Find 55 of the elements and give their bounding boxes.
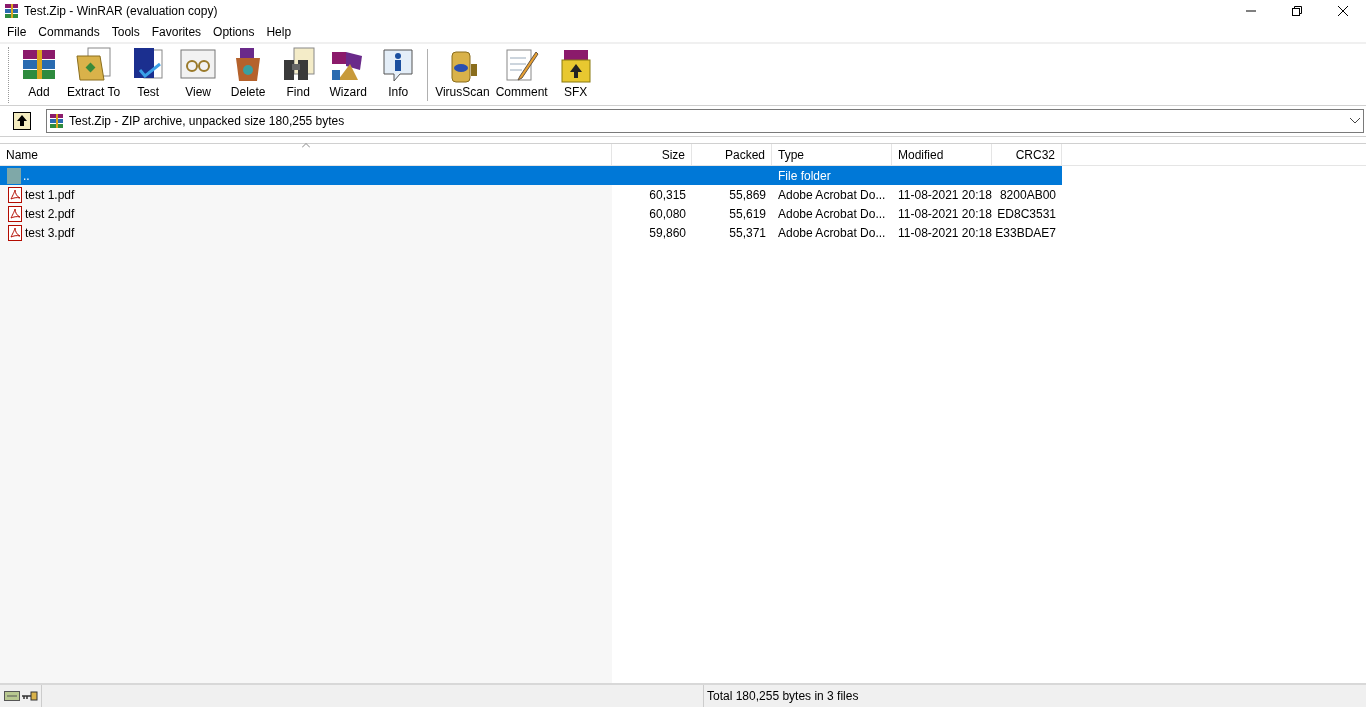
menu-item[interactable]: Commands <box>32 23 106 41</box>
menu-item[interactable]: Options <box>207 23 261 41</box>
file-row[interactable]: .. File folder <box>0 166 1062 185</box>
pdf-file-icon <box>7 205 23 222</box>
pdf-file-icon <box>7 186 23 203</box>
table-cell-text: 59,860 <box>649 224 686 242</box>
dropdown-caret-icon <box>1349 117 1361 125</box>
address-field[interactable]: Test.Zip - ZIP archive, unpacked size 180,255 bytes <box>46 109 1364 133</box>
table-cell-text: 55,869 <box>729 186 766 204</box>
app-icon <box>4 3 20 19</box>
column-header[interactable]: Name <box>0 144 612 165</box>
table-cell-text: 55,619 <box>729 205 766 223</box>
toolbar-button[interactable]: Delete <box>223 45 274 104</box>
table-cell-text: Adobe Acrobat Do... <box>778 186 886 204</box>
key-icon <box>22 691 38 701</box>
toolbar-button[interactable]: Info <box>373 45 424 104</box>
table-cell-text: 8200AB00 <box>999 186 1056 204</box>
table-cell-text: 11-08-2021 20:18 <box>898 205 992 223</box>
archive-icon <box>49 113 65 129</box>
toolbar-button[interactable]: Add <box>14 45 64 104</box>
table-cell-text: test 3.pdf <box>25 224 75 242</box>
menu-item[interactable]: Favorites <box>145 23 208 41</box>
menu-item[interactable]: Help <box>260 23 298 41</box>
table-cell-text: 11-08-2021 20:18 <box>898 224 992 242</box>
toolbar-button[interactable]: SFX <box>550 45 601 104</box>
table-cell-text: ED8C3531 <box>997 205 1056 223</box>
drive-icon <box>4 691 20 701</box>
table-cell-text: File folder <box>778 167 831 185</box>
file-row[interactable]: test 3.pdf 59,860 55,371 Adobe Acrobat Do... 11-08-2021 20:18 E33BDAE7 <box>0 223 1062 242</box>
toolbar-button[interactable]: Find <box>273 45 324 104</box>
toolbar-button[interactable]: Test <box>123 45 174 104</box>
table-cell-text: 55,371 <box>729 224 766 242</box>
toolbar-button[interactable]: Extract To <box>64 45 124 104</box>
menu-item[interactable]: Tools <box>105 23 146 41</box>
table-cell-text: 11-08-2021 20:18 <box>898 186 992 204</box>
restore-icon <box>1292 6 1302 16</box>
table-cell-text: .. <box>23 167 30 185</box>
pdf-file-icon <box>7 224 23 241</box>
table-cell-text: 60,315 <box>649 186 686 204</box>
toolbar-button[interactable]: View <box>173 45 224 104</box>
toolbar-button[interactable]: VirusScan <box>432 45 493 104</box>
table-cell-text: test 2.pdf <box>25 205 75 223</box>
table-cell-text: Adobe Acrobat Do... <box>778 205 886 223</box>
window-title: Test.Zip - WinRAR (evaluation copy) <box>24 3 218 20</box>
table-cell-text: Adobe Acrobat Do... <box>778 224 886 242</box>
close-icon <box>1338 6 1348 16</box>
status-text: Total 180,255 bytes in 3 files <box>706 688 859 705</box>
table-cell-text: 60,080 <box>649 205 686 223</box>
toolbar-button[interactable]: Comment <box>492 45 551 104</box>
menu-item[interactable]: File <box>1 23 33 41</box>
toolbar-button[interactable]: Wizard <box>323 45 374 104</box>
file-row[interactable]: test 1.pdf 60,315 55,869 Adobe Acrobat Do... 11-08-2021 20:18 8200AB00 <box>0 185 1062 204</box>
table-cell-text: test 1.pdf <box>25 186 75 204</box>
file-row[interactable]: test 2.pdf 60,080 55,619 Adobe Acrobat Do... 11-08-2021 20:18 ED8C3531 <box>0 204 1062 223</box>
table-cell-text: E33BDAE7 <box>995 224 1056 242</box>
